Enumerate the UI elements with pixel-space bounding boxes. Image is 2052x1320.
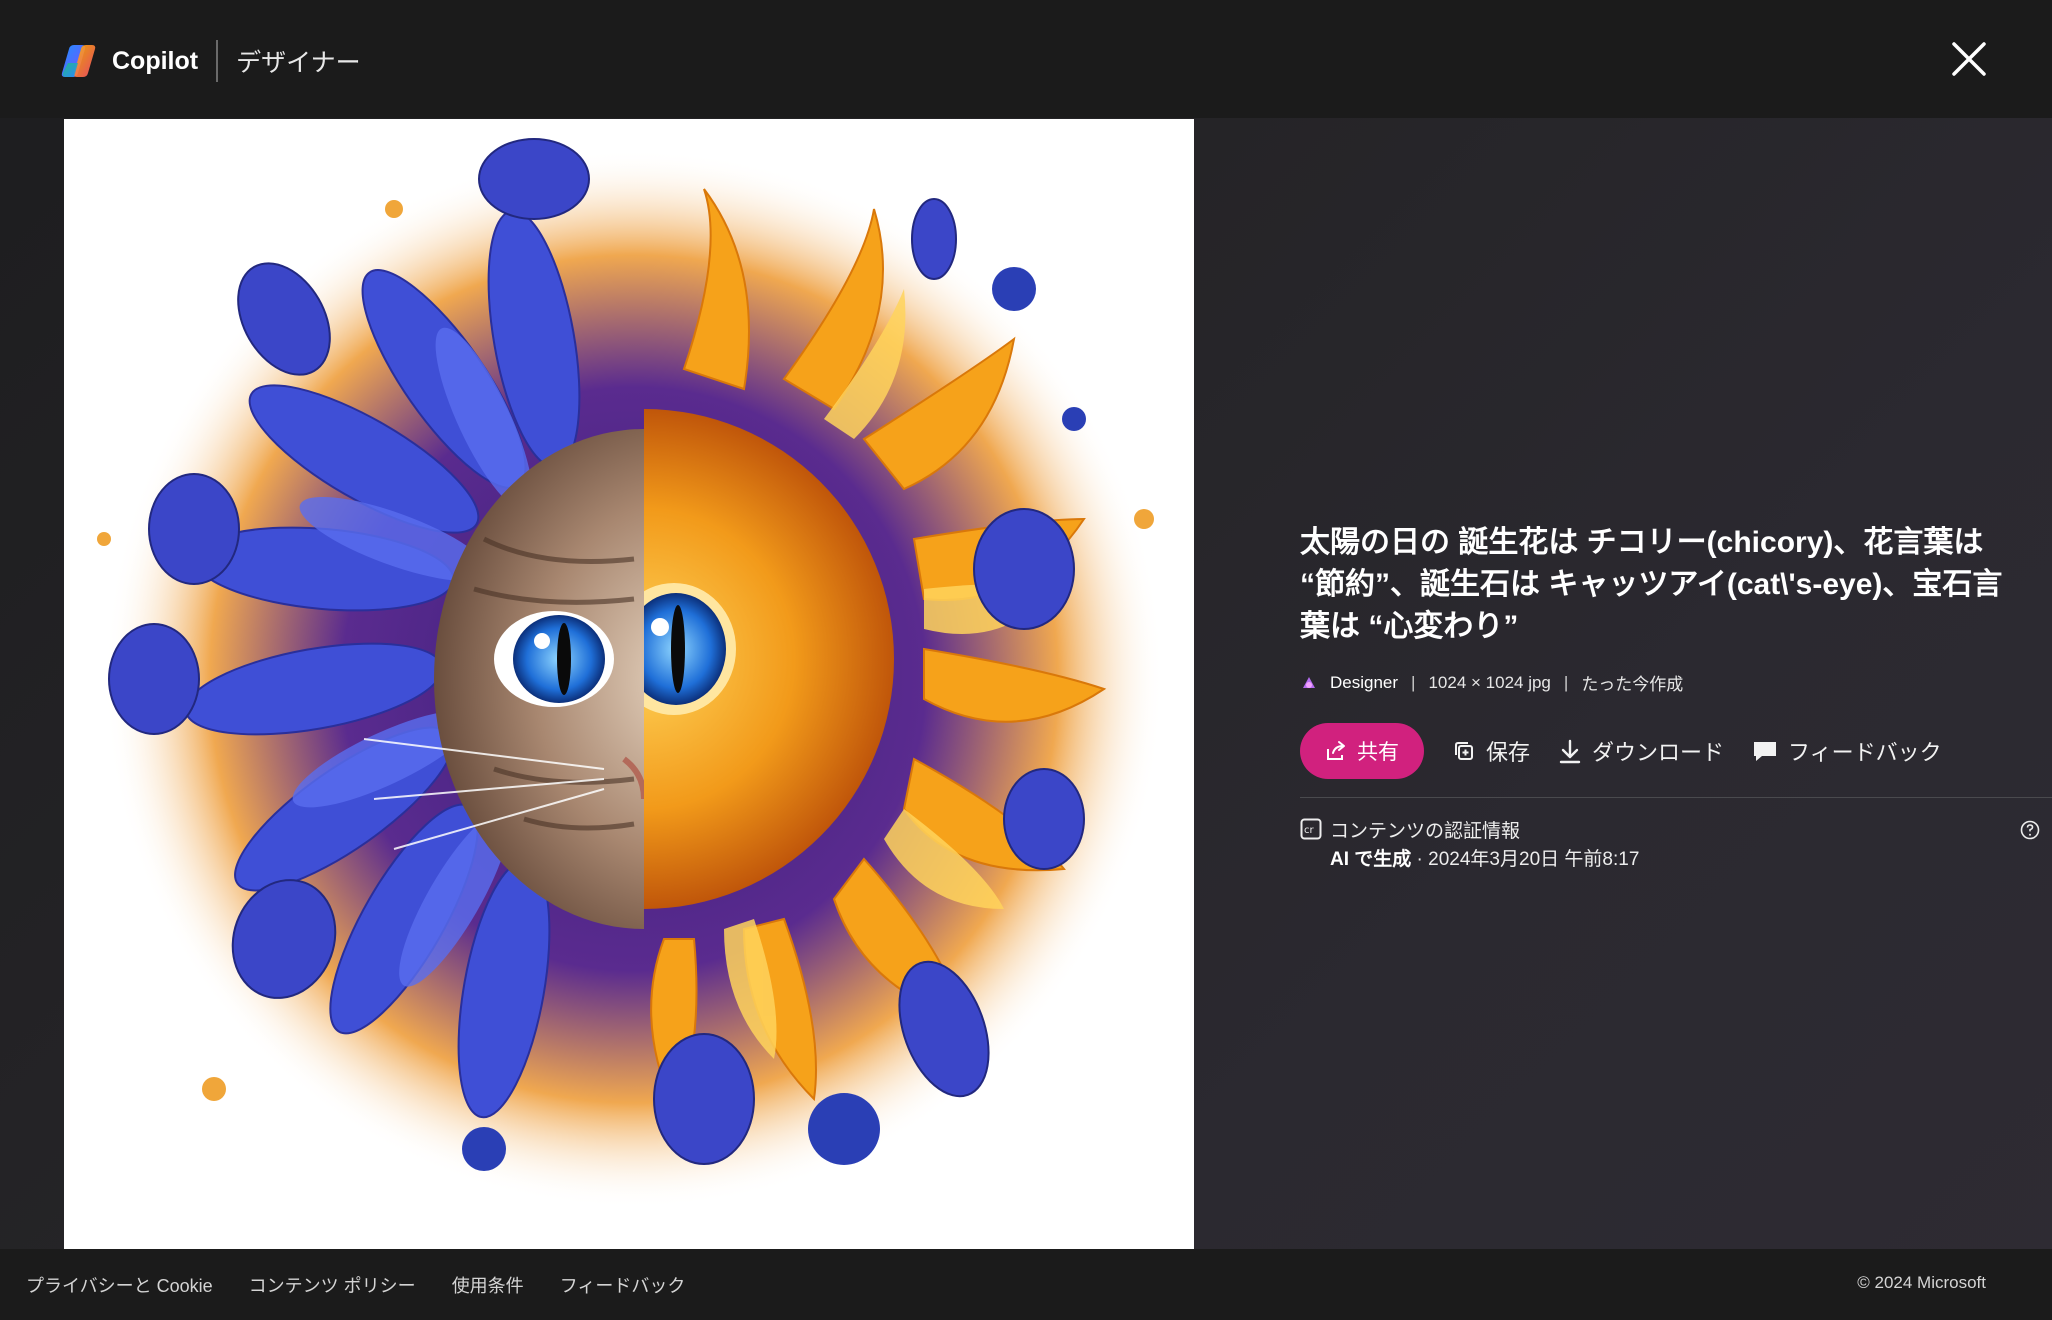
footer-link-terms[interactable]: 使用条件 [452, 1272, 524, 1298]
footer-link-privacy[interactable]: プライバシーと Cookie [26, 1272, 213, 1298]
image-meta: Designer | 1024 × 1024 jpg | たった今作成 [1300, 670, 2030, 695]
credentials-detail: AI で生成 · 2024年3月20日 午前8:17 [1330, 844, 1639, 871]
cat-sun-flower-illustration [64, 119, 1194, 1249]
feedback-icon [1754, 742, 1777, 761]
copyright: © 2024 Microsoft [1857, 1273, 1986, 1292]
footer: プライバシーと Cookie コンテンツ ポリシー 使用条件 フィードバック ©… [0, 1249, 2052, 1320]
copilot-logo-icon [61, 45, 96, 77]
content-credentials: cr コンテンツの認証情報 AI で生成 · 2024年3月20日 午前8:17 [1300, 814, 2052, 874]
meta-separator: | [1563, 672, 1569, 692]
image-info-panel: 太陽の日の 誕生花は チコリー(chicory)、花言葉は “節約”、誕生石は … [1300, 522, 2052, 874]
meta-source: Designer [1330, 672, 1399, 692]
designer-icon [1303, 676, 1315, 688]
share-label: 共有 [1357, 741, 1399, 764]
chevron-right-icon [1160, 656, 1187, 704]
download-icon [1559, 739, 1581, 764]
save-collection-icon [1455, 742, 1473, 760]
content-credentials-icon: cr [1300, 818, 1322, 840]
meta-dimensions: 1024 × 1024 jpg [1428, 672, 1551, 692]
designer-viewer: Copilot デザイナー 太陽の日の 誕生花は チコリー(chicory)、花… [0, 0, 2052, 1320]
svg-text:cr: cr [1304, 825, 1314, 836]
header: Copilot デザイナー [0, 0, 2052, 118]
next-image-arrow[interactable] [1152, 650, 1192, 710]
footer-link-feedback[interactable]: フィードバック [560, 1272, 686, 1298]
meta-created: たった今作成 [1581, 675, 1684, 694]
save-label: 保存 [1486, 740, 1531, 765]
close-icon [1952, 42, 1986, 76]
brand-subtitle: デザイナー [236, 49, 361, 77]
download-label: ダウンロード [1592, 740, 1725, 765]
ai-generated-label: AI で生成 [1330, 849, 1412, 870]
download-button[interactable]: ダウンロード [1558, 735, 1724, 767]
brand-divider [216, 40, 219, 82]
share-icon [1327, 741, 1345, 760]
brand[interactable]: Copilot デザイナー [60, 38, 361, 84]
close-button[interactable] [1946, 36, 1992, 82]
action-bar: 共有 保存 ダウンロード フィードバック [1300, 723, 2030, 779]
footer-link-content-policy[interactable]: コンテンツ ポリシー [249, 1272, 416, 1298]
image-title: 太陽の日の 誕生花は チコリー(chicory)、花言葉は “節約”、誕生石は … [1300, 526, 2003, 643]
generated-image[interactable] [64, 119, 1194, 1249]
share-button[interactable]: 共有 [1300, 723, 1424, 779]
credentials-date: · 2024年3月20日 午前8:17 [1411, 849, 1640, 870]
panel-divider [1300, 797, 2052, 798]
save-button[interactable]: 保存 [1452, 735, 1530, 767]
feedback-label: フィードバック [1788, 740, 1942, 765]
feedback-button[interactable]: フィードバック [1752, 735, 1942, 767]
credentials-title: コンテンツの認証情報 [1330, 821, 1521, 842]
meta-separator: | [1411, 672, 1416, 692]
help-icon[interactable] [2020, 820, 2040, 840]
brand-name: Copilot [112, 46, 199, 75]
footer-links: プライバシーと Cookie コンテンツ ポリシー 使用条件 フィードバック [26, 1272, 721, 1298]
